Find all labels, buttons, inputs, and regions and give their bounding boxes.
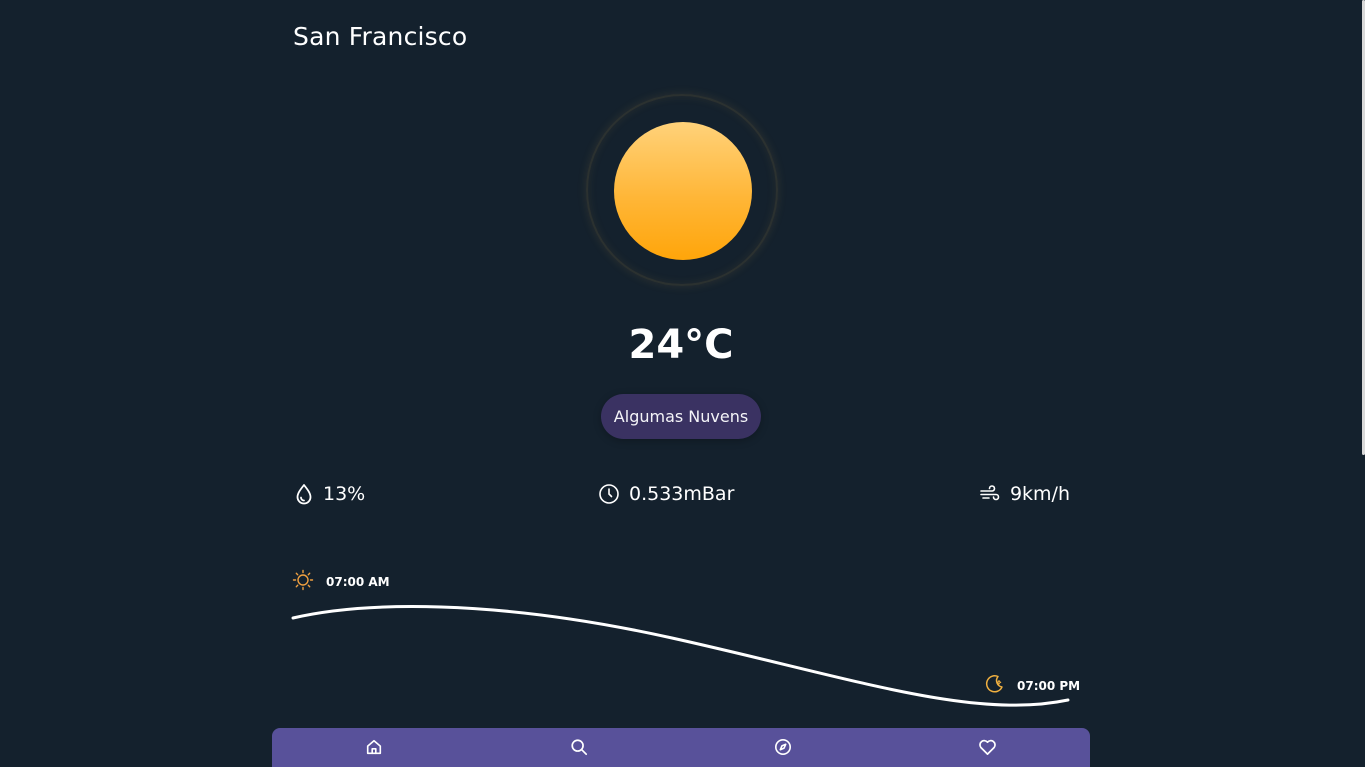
pressure-value: 0.533mBar	[629, 483, 735, 505]
humidity-value: 13%	[323, 483, 366, 505]
sunrise-marker: 07:00 AM	[292, 569, 390, 595]
droplet-icon	[294, 483, 314, 505]
weather-visual	[586, 94, 778, 286]
sunset-marker: 07:00 PM	[983, 673, 1080, 699]
wind-stat: 9km/h	[979, 481, 1070, 507]
heart-icon	[978, 738, 997, 760]
main-container: San Francisco 24°C Algumas Nuvens 13% 0.…	[272, 0, 1090, 767]
gauge-clock-icon	[598, 483, 620, 505]
sun-icon	[614, 122, 752, 260]
wind-value: 9km/h	[1009, 483, 1070, 505]
humidity-stat: 13%	[294, 481, 365, 507]
compass-icon	[774, 738, 792, 760]
bottom-nav	[272, 728, 1090, 767]
weather-app: San Francisco 24°C Algumas Nuvens 13% 0.…	[0, 0, 1365, 767]
sunrise-time: 07:00 AM	[326, 575, 390, 589]
wind-icon	[979, 484, 1001, 504]
weather-description: Algumas Nuvens	[613, 407, 749, 426]
city-title: San Francisco	[293, 22, 468, 51]
temperature: 24°C	[628, 322, 734, 368]
sunset-time: 07:00 PM	[1017, 679, 1081, 693]
nav-search[interactable]	[477, 728, 682, 767]
search-icon	[570, 738, 588, 760]
nav-favorites[interactable]	[886, 728, 1091, 767]
moon-icon	[983, 673, 1005, 699]
home-icon	[365, 738, 383, 760]
sunrise-sun-icon	[292, 569, 314, 595]
sun-path-curve	[291, 605, 1070, 707]
pressure-stat: 0.533mBar	[598, 481, 734, 507]
nav-home[interactable]	[272, 728, 477, 767]
nav-explore[interactable]	[681, 728, 886, 767]
weather-description-badge: Algumas Nuvens	[601, 394, 761, 439]
